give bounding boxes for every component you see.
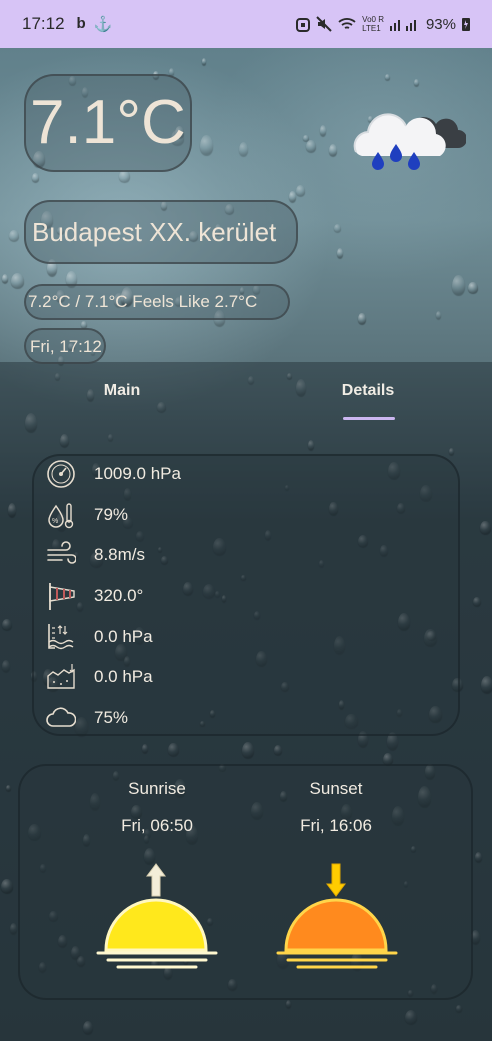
temperature-display: 7.1°C — [24, 74, 192, 172]
barometer-icon — [47, 460, 75, 488]
rain-drop — [435, 310, 441, 319]
battery-icon — [462, 18, 470, 31]
rain-drop — [201, 58, 207, 66]
humidity-value: 79% — [94, 505, 129, 524]
ground-level-value: 0.0 hPa — [94, 667, 153, 686]
rain-drop — [11, 273, 25, 288]
rain-drop — [1, 273, 9, 284]
ground-level-icon — [47, 664, 75, 689]
rain-drop — [384, 74, 390, 80]
pressure-value: 1009.0 hPa — [94, 464, 181, 483]
rain-drop — [8, 229, 19, 241]
date-time: Fri, 17:12 — [24, 328, 106, 364]
ground-level-row: 0.0 hPa — [46, 662, 153, 692]
cloud-icon — [46, 707, 76, 727]
rain-drop — [452, 275, 465, 296]
pressure-row: 1009.0 hPa — [46, 459, 181, 489]
rain-drop — [413, 78, 419, 87]
wifi-icon — [338, 18, 356, 29]
wind-icon — [47, 541, 76, 564]
sun-card — [18, 764, 473, 1000]
rain-drop — [200, 134, 213, 155]
sunset-label: Sunset — [309, 779, 363, 798]
wind-direction-value: 320.0° — [94, 586, 144, 605]
humidity-icon: % — [48, 503, 74, 529]
windsock-icon — [49, 583, 75, 610]
sea-level-value: 0.0 hPa — [94, 627, 153, 646]
sea-level-row: 0.0 hPa — [46, 622, 153, 652]
sea-level-icon — [48, 624, 74, 650]
humidity-row: % 79% — [46, 500, 128, 530]
rain-drop — [306, 140, 316, 153]
sunset-icon — [276, 863, 398, 969]
rain-drop — [289, 191, 297, 203]
mute-icon — [316, 16, 332, 32]
rain-drop — [358, 312, 366, 325]
rain-drop — [296, 185, 306, 196]
sunrise-icon — [96, 863, 218, 969]
status-time: 17:12 — [22, 14, 65, 33]
tab-selected-indicator — [343, 417, 395, 420]
rain-drop — [81, 321, 87, 328]
rain-drop — [333, 224, 342, 233]
wind-direction-row: 320.0° — [46, 581, 143, 611]
rain-drop — [468, 281, 478, 294]
notification-icon: b — [76, 15, 86, 32]
sunrise-time: Fri, 06:50 — [121, 816, 193, 835]
wind-speed-value: 8.8m/s — [94, 545, 146, 564]
rain-drop — [328, 143, 338, 156]
min-max-feels-like: 7.2°C / 7.1°C Feels Like 2.7°C — [24, 284, 290, 320]
wind-speed-row: 8.8m/s — [46, 540, 145, 570]
accessibility-icon: ⚓ — [93, 16, 113, 33]
sunset-time: Fri, 16:06 — [300, 816, 372, 835]
city-name: Budapest XX. kerület — [24, 200, 298, 264]
rain-drop — [238, 141, 249, 156]
alarm-icon — [296, 18, 311, 32]
svg-text:%: % — [52, 518, 58, 525]
network-label: Vo0 R — [362, 15, 384, 24]
cloudiness-value: 75% — [94, 708, 129, 727]
rain-drop — [32, 173, 39, 182]
battery-percent: 93% — [425, 15, 456, 33]
tab-details[interactable]: Details — [318, 382, 418, 400]
signal-icon — [389, 20, 416, 31]
network-type: LTE1 — [362, 24, 381, 33]
cloudiness-row: 75% — [46, 703, 128, 733]
tab-main[interactable]: Main — [72, 382, 172, 400]
status-bar: 17:12 b ⚓ Vo0 R LTE1 93% — [0, 0, 492, 48]
rain-drop — [319, 125, 327, 136]
rain-cloud-icon — [353, 113, 466, 170]
sunrise-label: Sunrise — [128, 779, 186, 798]
rain-drop — [336, 248, 343, 258]
